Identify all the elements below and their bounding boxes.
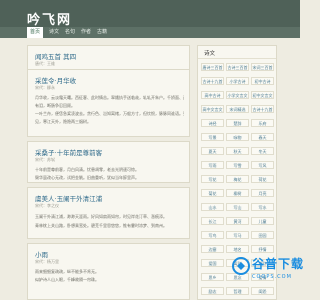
sidebar-tag[interactable]: 菊花 bbox=[201, 189, 224, 197]
sidebar-tag[interactable]: 写水 bbox=[251, 203, 274, 211]
sidebar-tag[interactable]: 高中文言文 bbox=[201, 105, 224, 113]
sidebar-tag[interactable]: 写雪 bbox=[226, 161, 249, 169]
download-site-watermark: 谷普下载 COOPS.COM bbox=[230, 253, 303, 299]
sidebar-tag[interactable]: 写花 bbox=[201, 175, 224, 183]
sidebar-tag[interactable]: 柳树 bbox=[226, 189, 249, 197]
sidebar-tag[interactable]: 写马 bbox=[226, 231, 249, 239]
nav-item-home[interactable]: 首页 bbox=[27, 27, 43, 38]
sidebar-tag[interactable]: 爱国 bbox=[201, 259, 224, 267]
poem-line: 十年前是尊前客，月白风清。忧患凋零，老去光阴速可惊。 bbox=[35, 167, 139, 172]
nav-item-quotes[interactable]: 名句 bbox=[63, 27, 77, 38]
sidebar-tag[interactable]: 小学古诗 bbox=[226, 77, 249, 85]
sidebar-tag[interactable]: 黄河 bbox=[226, 217, 249, 225]
poem-author[interactable]: 唐代：王维 bbox=[35, 61, 55, 67]
sidebar-tag[interactable]: 田园 bbox=[251, 231, 274, 239]
main-nav: 首页 诗文 名句 作者 古籍 bbox=[0, 27, 300, 38]
poem-title[interactable]: 采莲令·月华收 bbox=[35, 75, 76, 85]
sidebar-tag[interactable]: 小学文言文 bbox=[226, 91, 249, 99]
sidebar-title: 诗文 bbox=[204, 51, 216, 57]
sidebar-tag[interactable]: 乐府 bbox=[251, 119, 274, 127]
poem-line: 青林枕上关山路，卧想乘鸾处。碧芜千里思悠悠，惟有霎时凉梦、到南州。 bbox=[35, 223, 167, 228]
sidebar-tag[interactable]: 古诗十九首 bbox=[201, 77, 224, 85]
poem-line: 玉阑干外清江浦，渺渺天涯雨。好风如扇雨如帘，时见岸花汀草、涨痕添。 bbox=[35, 214, 167, 219]
poem-title[interactable]: 虞美人·玉阑干外清江浦 bbox=[35, 193, 102, 203]
watermark-logo-icon bbox=[232, 257, 250, 275]
poem-line: 雨来细细复疏疏，纵不能多不肯无。 bbox=[35, 269, 99, 274]
sidebar-tag[interactable]: 写山 bbox=[226, 203, 249, 211]
poem-title[interactable]: 闻鸡五首 其四 bbox=[35, 51, 76, 61]
sidebar-tag[interactable]: 励志 bbox=[201, 287, 224, 295]
sidebar-tag[interactable]: 写鸟 bbox=[201, 231, 224, 239]
poem-author[interactable]: 宋代：李之仪 bbox=[35, 203, 59, 209]
site-header: 吟飞网 首页 诗文 名句 作者 古籍 bbox=[0, 0, 300, 38]
sidebar-tag[interactable]: 咏物 bbox=[226, 133, 249, 141]
poem-title[interactable]: 小雨 bbox=[35, 249, 48, 259]
nav-item-authors[interactable]: 作者 bbox=[79, 27, 93, 38]
sidebar-tag[interactable]: 夏天 bbox=[201, 147, 224, 155]
site-logo[interactable]: 吟飞网 bbox=[27, 9, 72, 28]
sidebar-tag[interactable]: 边塞 bbox=[201, 245, 224, 253]
nav-item-poems[interactable]: 诗文 bbox=[47, 27, 61, 38]
sidebar-tag[interactable]: 月亮 bbox=[251, 189, 274, 197]
sidebar-tag[interactable]: 诗经 bbox=[201, 119, 224, 127]
poem-author[interactable]: 宋代：杨万里 bbox=[35, 259, 59, 265]
sidebar-tag[interactable]: 写风 bbox=[251, 161, 274, 169]
sidebar-tag[interactable]: 冬天 bbox=[251, 147, 274, 155]
sidebar-tag[interactable]: 秋天 bbox=[226, 147, 249, 155]
poem-line: 似妒诗人山入眼，千峰故隔一帘珠。 bbox=[35, 277, 99, 282]
poem-author[interactable]: 宋代：柳永 bbox=[35, 85, 55, 91]
sidebar-tag[interactable]: 初中古诗 bbox=[251, 77, 274, 85]
sidebar-tag[interactable]: 初中文言文 bbox=[251, 91, 274, 99]
sidebar-tag[interactable]: 古诗十九首 bbox=[251, 105, 274, 113]
sidebar-tag[interactable]: 宋词三百首 bbox=[251, 63, 274, 71]
watermark-subtext: COOPS.COM bbox=[252, 274, 292, 280]
poem-title[interactable]: 采桑子·十年前是尊前客 bbox=[35, 147, 102, 157]
poem-card: 小雨 宋代：杨万里 雨来细细复疏疏，纵不能多不肯无。 似妒诗人山入眼，千峰故隔一… bbox=[27, 243, 190, 300]
sidebar-tag[interactable]: 儿童 bbox=[251, 217, 274, 225]
sidebar-tag[interactable]: 高中古诗 bbox=[201, 91, 224, 99]
poem-line: 见，寒江天外，隐隐两三烟树。 bbox=[35, 119, 91, 124]
sidebar-tag[interactable]: 抒情 bbox=[251, 245, 274, 253]
poem-line: 有泪，断肠争忍回顾。 bbox=[35, 103, 75, 108]
watermark-text: 谷普下载 bbox=[252, 257, 305, 271]
poem-card: 采莲令·月华收 宋代：柳永 月华收，云淡霜天曙。西征客、此时情苦。翠娥执手送临歧… bbox=[27, 69, 190, 137]
sidebar-tag[interactable]: 宋词精选 bbox=[226, 105, 249, 113]
sidebar-tag[interactable]: 梅花 bbox=[226, 175, 249, 183]
poem-line: 一叶兰舟，便恁急桨凌波去。贪行色、岂知离绪，万般方寸，但饮恨，脉脉同谁语。更回首… bbox=[35, 111, 184, 116]
sidebar-tag[interactable]: 思乡 bbox=[201, 273, 224, 281]
sidebar-tag[interactable]: 山水 bbox=[201, 203, 224, 211]
nav-item-classics[interactable]: 古籍 bbox=[95, 27, 109, 38]
poem-line: 月华收，云淡霜天曙。西征客、此时情苦。翠娥执手送临歧，轧轧开朱户。千娇面、盈盈伫… bbox=[35, 95, 184, 100]
sidebar-tag[interactable]: 古诗三百首 bbox=[226, 63, 249, 71]
poem-card: 虞美人·玉阑干外清江浦 宋代：李之仪 玉阑干外清江浦，渺渺天涯雨。好风如扇雨如帘… bbox=[27, 187, 190, 239]
poem-line: 鬓华虽改心无改，试把金觥。旧曲重听，犹似当年醉里声。 bbox=[35, 175, 139, 180]
sidebar-tag[interactable]: 春天 bbox=[251, 133, 274, 141]
sidebar-header: 诗文 bbox=[198, 46, 276, 59]
sidebar-tag[interactable]: 唐诗三百首 bbox=[201, 63, 224, 71]
sidebar-tag[interactable]: 写雨 bbox=[201, 161, 224, 169]
poem-author[interactable]: 宋代：苏轼 bbox=[35, 157, 55, 163]
sidebar-tag[interactable]: 楚辞 bbox=[226, 119, 249, 127]
sidebar-tag[interactable]: 写景 bbox=[201, 133, 224, 141]
poem-card: 采桑子·十年前是尊前客 宋代：苏轼 十年前是尊前客，月白风清。忧患凋零，老去光阴… bbox=[27, 141, 190, 183]
sidebar-tag[interactable]: 长江 bbox=[201, 217, 224, 225]
sidebar-tag[interactable]: 地名 bbox=[226, 245, 249, 253]
sidebar-tag[interactable]: 荷花 bbox=[251, 175, 274, 183]
